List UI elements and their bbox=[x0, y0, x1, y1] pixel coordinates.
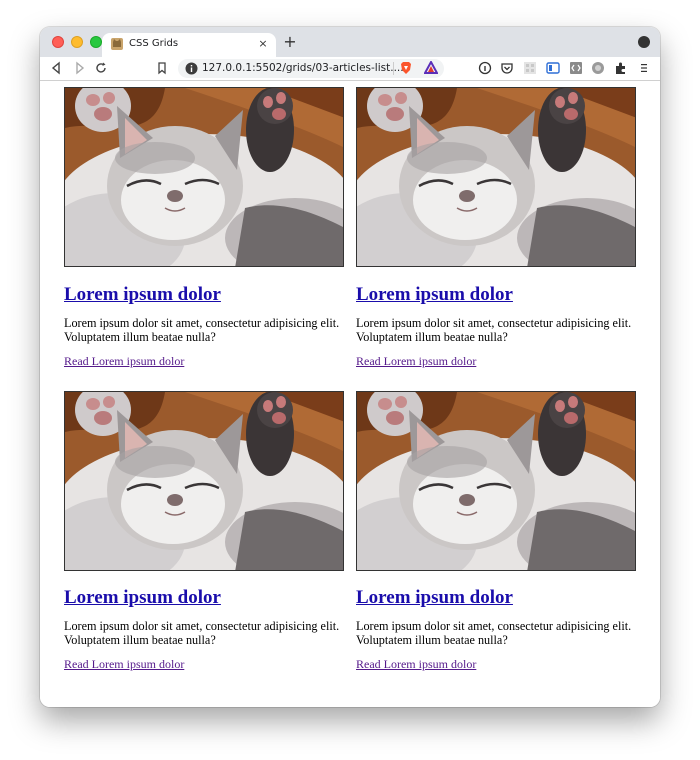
article-title[interactable]: Lorem ipsum dolor bbox=[64, 587, 221, 609]
url-text: 127.0.0.1:5502/grids/03-articles-list...… bbox=[202, 62, 404, 74]
extension-grid-icon[interactable] bbox=[523, 61, 537, 75]
extensions-puzzle-icon[interactable] bbox=[614, 61, 628, 75]
bookmark-icon[interactable] bbox=[155, 61, 169, 75]
site-info-icon[interactable] bbox=[185, 62, 198, 75]
devtools-extension-icon[interactable] bbox=[569, 61, 583, 75]
kitten-image bbox=[64, 87, 344, 267]
article-card: Lorem ipsum dolor Lorem ipsum dolor sit … bbox=[356, 391, 636, 681]
new-tab-button[interactable]: + bbox=[283, 33, 297, 51]
tab-bar: CSS Grids × + bbox=[40, 27, 660, 57]
forward-icon[interactable] bbox=[72, 61, 86, 75]
article-card: Lorem ipsum dolor Lorem ipsum dolor sit … bbox=[356, 87, 636, 377]
article-card: Lorem ipsum dolor Lorem ipsum dolor sit … bbox=[64, 391, 344, 681]
article-title[interactable]: Lorem ipsum dolor bbox=[356, 587, 513, 609]
vpn-extension-icon[interactable] bbox=[591, 61, 605, 75]
article-text: Lorem ipsum dolor sit amet, consectetur … bbox=[64, 619, 340, 647]
back-icon[interactable] bbox=[50, 61, 64, 75]
kitten-image bbox=[356, 87, 636, 267]
tab-title: CSS Grids bbox=[129, 38, 179, 49]
window-minimize-button[interactable] bbox=[71, 36, 83, 48]
reader-icon[interactable] bbox=[478, 61, 492, 75]
sidebar-extension-icon[interactable] bbox=[546, 61, 560, 75]
page-content: Lorem ipsum dolor Lorem ipsum dolor sit … bbox=[40, 81, 660, 707]
article-title[interactable]: Lorem ipsum dolor bbox=[64, 284, 221, 306]
tab-search-icon[interactable] bbox=[638, 36, 650, 48]
pocket-icon[interactable] bbox=[500, 61, 514, 75]
menu-icon[interactable] bbox=[637, 61, 651, 75]
kitten-image bbox=[356, 391, 636, 571]
article-title[interactable]: Lorem ipsum dolor bbox=[356, 284, 513, 306]
window-maximize-button[interactable] bbox=[90, 36, 102, 48]
article-card: Lorem ipsum dolor Lorem ipsum dolor sit … bbox=[64, 87, 344, 377]
reload-icon[interactable] bbox=[94, 61, 108, 75]
window-close-button[interactable] bbox=[52, 36, 64, 48]
article-text: Lorem ipsum dolor sit amet, consectetur … bbox=[356, 316, 632, 344]
brave-rewards-icon[interactable] bbox=[424, 61, 438, 75]
read-more-link[interactable]: Read Lorem ipsum dolor bbox=[356, 657, 476, 672]
article-text: Lorem ipsum dolor sit amet, consectetur … bbox=[356, 619, 632, 647]
brave-shields-icon[interactable] bbox=[399, 61, 413, 75]
browser-window: CSS Grids × + 127.0.0.1:5502/grids/03-ar… bbox=[40, 27, 660, 707]
toolbar-divider bbox=[393, 62, 394, 75]
article-text: Lorem ipsum dolor sit amet, consectetur … bbox=[64, 316, 340, 344]
read-more-link[interactable]: Read Lorem ipsum dolor bbox=[64, 657, 184, 672]
read-more-link[interactable]: Read Lorem ipsum dolor bbox=[356, 354, 476, 369]
toolbar: 127.0.0.1:5502/grids/03-articles-list...… bbox=[40, 57, 660, 81]
read-more-link[interactable]: Read Lorem ipsum dolor bbox=[64, 354, 184, 369]
cat-favicon-icon bbox=[111, 38, 123, 50]
kitten-image bbox=[64, 391, 344, 571]
tab-close-icon[interactable]: × bbox=[256, 37, 270, 51]
tab-css-grids[interactable]: CSS Grids × bbox=[102, 33, 276, 57]
